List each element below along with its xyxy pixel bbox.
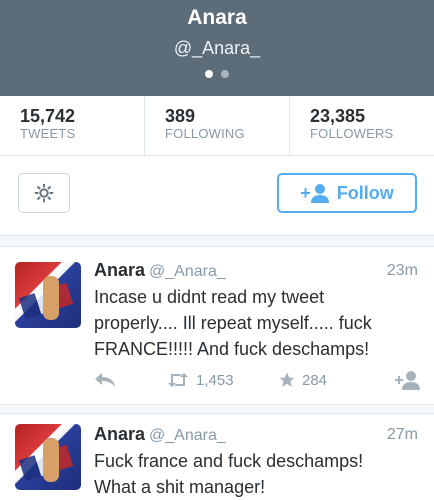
- profile-name: Anara: [187, 6, 247, 29]
- tweet-actions: 1,453 284: [94, 368, 420, 392]
- page-indicator[interactable]: [0, 70, 434, 78]
- tweet-timestamp: 23m: [386, 262, 418, 279]
- tweet-author-name: Anara: [94, 424, 146, 444]
- add-user-icon: +: [300, 183, 329, 204]
- gear-icon: [34, 183, 54, 203]
- follow-button[interactable]: + Follow: [277, 173, 417, 213]
- stat-value: 389: [165, 106, 196, 126]
- star-icon: [279, 372, 295, 387]
- tweet-text-line: What a shit manager!: [94, 477, 266, 497]
- tweet-item[interactable]: Anara @_Anara_ 27m Fuck france and fuck d…: [0, 414, 434, 500]
- tweet-author[interactable]: Anara @_Anara_: [94, 260, 226, 281]
- tweet-text: Fuck france and fuck deschamps! What a s…: [94, 448, 420, 500]
- page-dot-1[interactable]: [205, 70, 213, 78]
- favorite-count: 284: [302, 371, 328, 389]
- profile-stats: 15,742 TWEETS 389 FOLLOWING 23,385 FOLLO…: [0, 96, 434, 156]
- favorite-button[interactable]: 284: [278, 371, 378, 389]
- tweet-text-line: Fuck france and fuck deschamps!: [94, 451, 364, 471]
- tweet-timestamp: 27m: [386, 426, 418, 443]
- avatar[interactable]: [15, 424, 81, 490]
- page-dot-2[interactable]: [221, 70, 229, 78]
- tweet-item[interactable]: Anara @_Anara_ 23m Incase u didnt read my…: [0, 248, 434, 408]
- add-user-icon: [395, 371, 420, 390]
- tweet-text-line: Incase u didnt read my tweet: [94, 287, 325, 307]
- follow-author-button[interactable]: [394, 370, 420, 390]
- stat-label: FOLLOWERS: [310, 126, 394, 141]
- retweet-count: 1,453: [196, 371, 234, 389]
- profile-header: Anara @_Anara_: [0, 0, 434, 96]
- stat-value: 15,742: [20, 106, 76, 126]
- stat-label: FOLLOWING: [165, 126, 245, 141]
- tweet-author-name: Anara: [94, 260, 146, 280]
- stat-tweets[interactable]: 15,742 TWEETS: [0, 96, 145, 155]
- tweet-author[interactable]: Anara @_Anara_: [94, 424, 226, 445]
- retweet-button[interactable]: 1,453: [166, 372, 278, 389]
- stat-following[interactable]: 389 FOLLOWING: [145, 96, 290, 155]
- tweet-text: Incase u didnt read my tweet properly...…: [94, 284, 420, 362]
- reply-icon: [95, 373, 115, 387]
- tweet-text-line: FRANCE!!!!! And fuck deschamps!: [94, 339, 370, 359]
- profile-actions: + Follow: [0, 157, 434, 235]
- section-divider: [0, 235, 434, 247]
- avatar[interactable]: [15, 262, 81, 328]
- reply-button[interactable]: [94, 372, 166, 388]
- stat-value: 23,385: [310, 106, 366, 126]
- retweet-icon: [168, 373, 188, 387]
- tweet-divider: [0, 404, 434, 414]
- profile-handle: @_Anara_: [173, 38, 261, 58]
- tweet-author-handle: @_Anara_: [149, 427, 226, 444]
- settings-button[interactable]: [18, 173, 70, 213]
- stat-label: TWEETS: [20, 126, 76, 141]
- follow-label: Follow: [336, 182, 394, 203]
- tweet-author-handle: @_Anara_: [149, 263, 226, 280]
- stat-followers[interactable]: 23,385 FOLLOWERS: [290, 96, 434, 155]
- tweet-text-line: properly.... Ill repeat myself..... fuck: [94, 313, 372, 333]
